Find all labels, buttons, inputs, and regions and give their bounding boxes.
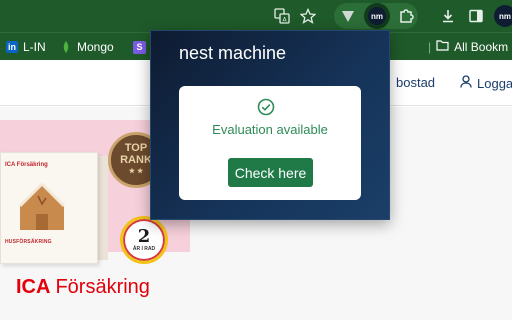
gingerbread-house-icon: [18, 182, 66, 230]
bookmark-s[interactable]: S: [133, 39, 146, 55]
mongo-leaf-icon: [60, 41, 72, 53]
nest-machine-icon[interactable]: nm: [367, 6, 387, 26]
product-box-side: [98, 156, 108, 260]
evaluation-card: Evaluation available Check here: [179, 86, 361, 200]
bookmark-linkedin[interactable]: in L-IN: [6, 39, 46, 55]
s-logo-icon: S: [133, 40, 146, 54]
ica-forsakring-logo[interactable]: ICA Försäkring: [16, 276, 150, 299]
extensions-puzzle-icon[interactable]: [396, 6, 416, 26]
product-box-title: HUSFÖRSÄKRING: [5, 239, 52, 245]
evaluation-status: Evaluation available: [212, 122, 328, 137]
download-icon[interactable]: [438, 6, 458, 26]
linkedin-icon: in: [6, 41, 18, 53]
check-circle-icon: [257, 98, 275, 116]
vpn-extension-icon[interactable]: [338, 6, 358, 26]
folder-icon: [436, 40, 449, 54]
bookmark-mongo[interactable]: Mongo: [60, 39, 114, 55]
nav-login-link[interactable]: Logga: [460, 75, 512, 91]
person-icon: [460, 75, 472, 91]
nest-machine-popup: nest machine Evaluation available Check …: [150, 30, 390, 220]
side-panel-icon[interactable]: [466, 6, 486, 26]
profile-avatar[interactable]: nm: [494, 5, 512, 27]
years-in-row-badge: 2 ÅR I RAD: [120, 216, 168, 264]
all-bookmarks[interactable]: | All Bookm: [428, 39, 508, 55]
translate-icon[interactable]: A: [272, 6, 292, 26]
nav-housing-link[interactable]: bostad: [396, 75, 435, 90]
popup-title: nest machine: [179, 43, 287, 63]
browser-toolbar: A nm nm: [0, 0, 512, 32]
product-box-brand: ICA Försäkring: [5, 162, 48, 168]
star-icon[interactable]: [298, 6, 318, 26]
check-here-button[interactable]: Check here: [228, 158, 313, 187]
